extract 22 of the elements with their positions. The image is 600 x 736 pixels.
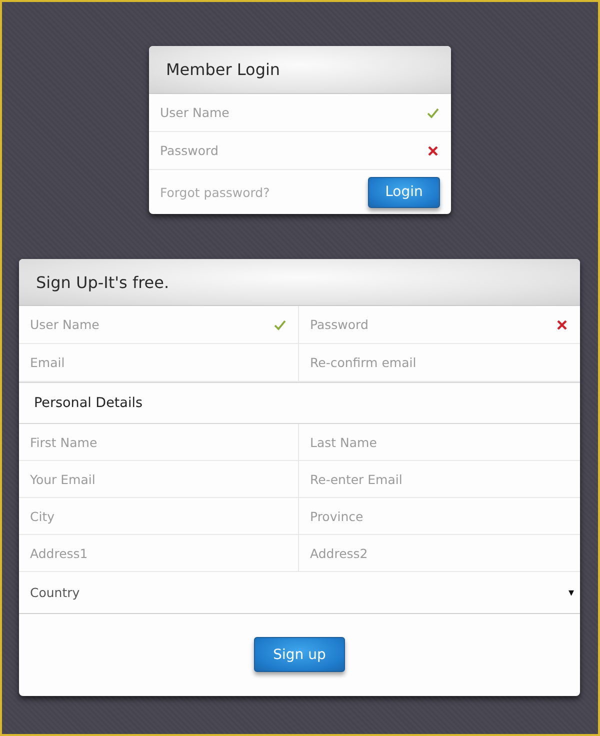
input-field[interactable]: City bbox=[30, 498, 286, 534]
input-field[interactable]: Address1 bbox=[30, 535, 286, 571]
card-title: Sign Up-It's free. bbox=[19, 259, 580, 306]
input-field[interactable]: Email bbox=[30, 344, 286, 381]
country-dropdown[interactable]: Country ▾ bbox=[19, 572, 580, 614]
input-field[interactable]: Province bbox=[310, 498, 568, 534]
input-field[interactable]: User Name bbox=[160, 94, 427, 131]
input-field[interactable]: Your Email bbox=[30, 461, 286, 497]
caret-icon: ▾ bbox=[568, 586, 574, 599]
input-field[interactable]: Last Name bbox=[310, 424, 568, 460]
input-field[interactable]: First Name bbox=[30, 424, 286, 460]
section-heading: Personal Details bbox=[19, 382, 580, 424]
input-field[interactable]: Password bbox=[160, 132, 427, 169]
input-field[interactable]: Address2 bbox=[310, 535, 568, 571]
input-field[interactable]: Password bbox=[310, 306, 556, 343]
login-button[interactable]: Login bbox=[368, 176, 440, 208]
sign-up-button[interactable]: Sign up bbox=[254, 637, 345, 672]
input-field[interactable]: Re-confirm email bbox=[310, 344, 568, 381]
forgot-password-link[interactable]: Forgot password? bbox=[160, 184, 270, 200]
input-field[interactable]: Re-enter Email bbox=[310, 461, 568, 497]
card-title: Member Login bbox=[149, 46, 451, 94]
input-field[interactable]: User Name bbox=[30, 306, 274, 343]
